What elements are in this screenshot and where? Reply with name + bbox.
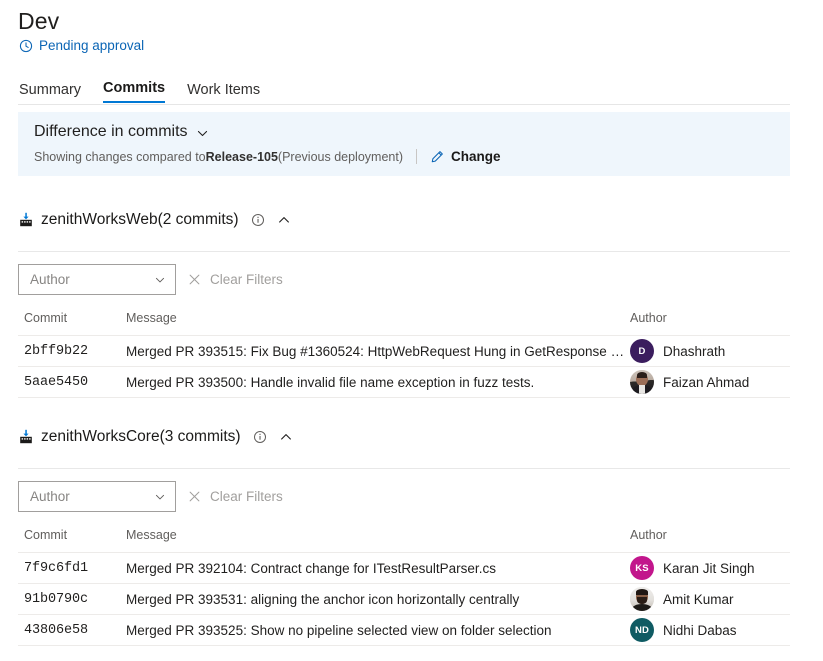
- commit-author: Faizan Ahmad: [630, 367, 790, 398]
- chevron-up-icon[interactable]: [272, 213, 291, 227]
- clear-filters-button[interactable]: Clear Filters: [188, 489, 283, 504]
- column-header-author: Author: [630, 311, 790, 336]
- author-filter-placeholder: Author: [30, 272, 70, 287]
- change-label: Change: [451, 149, 501, 164]
- filter-bar: Author Clear Filters: [18, 264, 790, 295]
- commit-hash-link[interactable]: 7f9c6fd1: [18, 553, 120, 584]
- table-header-row: Commit Message Author: [18, 528, 790, 553]
- info-icon[interactable]: [248, 430, 267, 444]
- close-x-icon: [188, 490, 201, 503]
- author-filter-dropdown[interactable]: Author: [18, 481, 176, 512]
- tab-bar: Summary Commits Work Items: [19, 75, 260, 103]
- difference-in-commits-toggle[interactable]: Difference in commits: [34, 123, 209, 141]
- avatar: [630, 587, 654, 611]
- repo-name-label: zenithWorksCore(3 commits): [41, 428, 241, 446]
- table-header-row: Commit Message Author: [18, 311, 790, 336]
- commit-message: Merged PR 393515: Fix Bug #1360524: Http…: [120, 336, 630, 367]
- commit-message: Merged PR 393525: Show no pipeline selec…: [120, 615, 630, 646]
- difference-subtitle: Showing changes compared to Release-105 …: [34, 149, 501, 164]
- author-name: Amit Kumar: [663, 592, 734, 607]
- filter-bar: Author Clear Filters: [18, 481, 790, 512]
- close-x-icon: [188, 273, 201, 286]
- info-icon[interactable]: [246, 213, 265, 227]
- avatar: ND: [630, 618, 654, 642]
- table-row[interactable]: 5aae5450 Merged PR 393500: Handle invali…: [18, 367, 790, 398]
- repo-header: zenithWorksCore(3 commits): [18, 425, 790, 449]
- chevron-down-icon[interactable]: [196, 124, 209, 140]
- author-name: Faizan Ahmad: [663, 375, 749, 390]
- repo-section-zenithworkscore: zenithWorksCore(3 commits) Author: [18, 425, 790, 646]
- author-filter-placeholder: Author: [30, 489, 70, 504]
- table-row[interactable]: 7f9c6fd1 Merged PR 392104: Contract chan…: [18, 553, 790, 584]
- column-header-commit: Commit: [18, 311, 120, 336]
- tab-summary[interactable]: Summary: [19, 82, 81, 103]
- pencil-icon: [430, 150, 444, 164]
- repo-divider: [18, 468, 790, 469]
- column-header-author: Author: [630, 528, 790, 553]
- page-title: Dev: [18, 8, 59, 35]
- chevron-up-icon[interactable]: [274, 430, 293, 444]
- commit-message: Merged PR 393500: Handle invalid file na…: [120, 367, 630, 398]
- repo-section-zenithworksweb: zenithWorksWeb(2 commits) Author: [18, 208, 790, 398]
- author-name: Karan Jit Singh: [663, 561, 755, 576]
- author-filter-dropdown[interactable]: Author: [18, 264, 176, 295]
- tab-work-items[interactable]: Work Items: [187, 82, 260, 103]
- commit-message: Merged PR 393531: aligning the anchor ic…: [120, 584, 630, 615]
- tab-commits[interactable]: Commits: [103, 80, 165, 103]
- status-badge: Pending approval: [19, 38, 144, 53]
- column-header-commit: Commit: [18, 528, 120, 553]
- repository-icon: [18, 212, 34, 228]
- clear-filters-button[interactable]: Clear Filters: [188, 272, 283, 287]
- repo-divider: [18, 251, 790, 252]
- compare-suffix-label: (Previous deployment): [278, 150, 403, 164]
- avatar: [630, 370, 654, 394]
- commit-author: ND Nidhi Dabas: [630, 615, 790, 646]
- table-row[interactable]: 2bff9b22 Merged PR 393515: Fix Bug #1360…: [18, 336, 790, 367]
- avatar: KS: [630, 556, 654, 580]
- repository-icon: [18, 429, 34, 445]
- tab-divider: [18, 104, 790, 105]
- commit-author: D Dhashrath: [630, 336, 790, 367]
- commit-author: Amit Kumar: [630, 584, 790, 615]
- clock-icon: [19, 39, 33, 53]
- repo-header: zenithWorksWeb(2 commits): [18, 208, 790, 232]
- compare-release-label: Release-105: [206, 150, 278, 164]
- commits-table: Commit Message Author 7f9c6fd1 Merged PR…: [18, 528, 790, 646]
- commit-hash-link[interactable]: 5aae5450: [18, 367, 120, 398]
- status-label: Pending approval: [39, 38, 144, 53]
- change-compare-button[interactable]: Change: [430, 149, 501, 164]
- difference-in-commits-banner: Difference in commits Showing changes co…: [18, 112, 790, 176]
- difference-title-label: Difference in commits: [34, 123, 188, 141]
- commit-hash-link[interactable]: 91b0790c: [18, 584, 120, 615]
- avatar: D: [630, 339, 654, 363]
- column-header-message: Message: [120, 528, 630, 553]
- commit-message: Merged PR 392104: Contract change for IT…: [120, 553, 630, 584]
- author-name: Dhashrath: [663, 344, 725, 359]
- column-header-message: Message: [120, 311, 630, 336]
- chevron-down-icon: [154, 491, 166, 503]
- compare-prefix-label: Showing changes compared to: [34, 150, 206, 164]
- chevron-down-icon: [154, 274, 166, 286]
- clear-filters-label: Clear Filters: [210, 489, 283, 504]
- release-commits-page: Dev Pending approval Summary Commits Wor…: [0, 0, 823, 661]
- commits-table: Commit Message Author 2bff9b22 Merged PR…: [18, 311, 790, 398]
- table-row[interactable]: 43806e58 Merged PR 393525: Show no pipel…: [18, 615, 790, 646]
- clear-filters-label: Clear Filters: [210, 272, 283, 287]
- commit-hash-link[interactable]: 43806e58: [18, 615, 120, 646]
- separator: [416, 149, 417, 164]
- author-name: Nidhi Dabas: [663, 623, 737, 638]
- commit-author: KS Karan Jit Singh: [630, 553, 790, 584]
- table-row[interactable]: 91b0790c Merged PR 393531: aligning the …: [18, 584, 790, 615]
- repo-name-label: zenithWorksWeb(2 commits): [41, 211, 239, 229]
- commit-hash-link[interactable]: 2bff9b22: [18, 336, 120, 367]
